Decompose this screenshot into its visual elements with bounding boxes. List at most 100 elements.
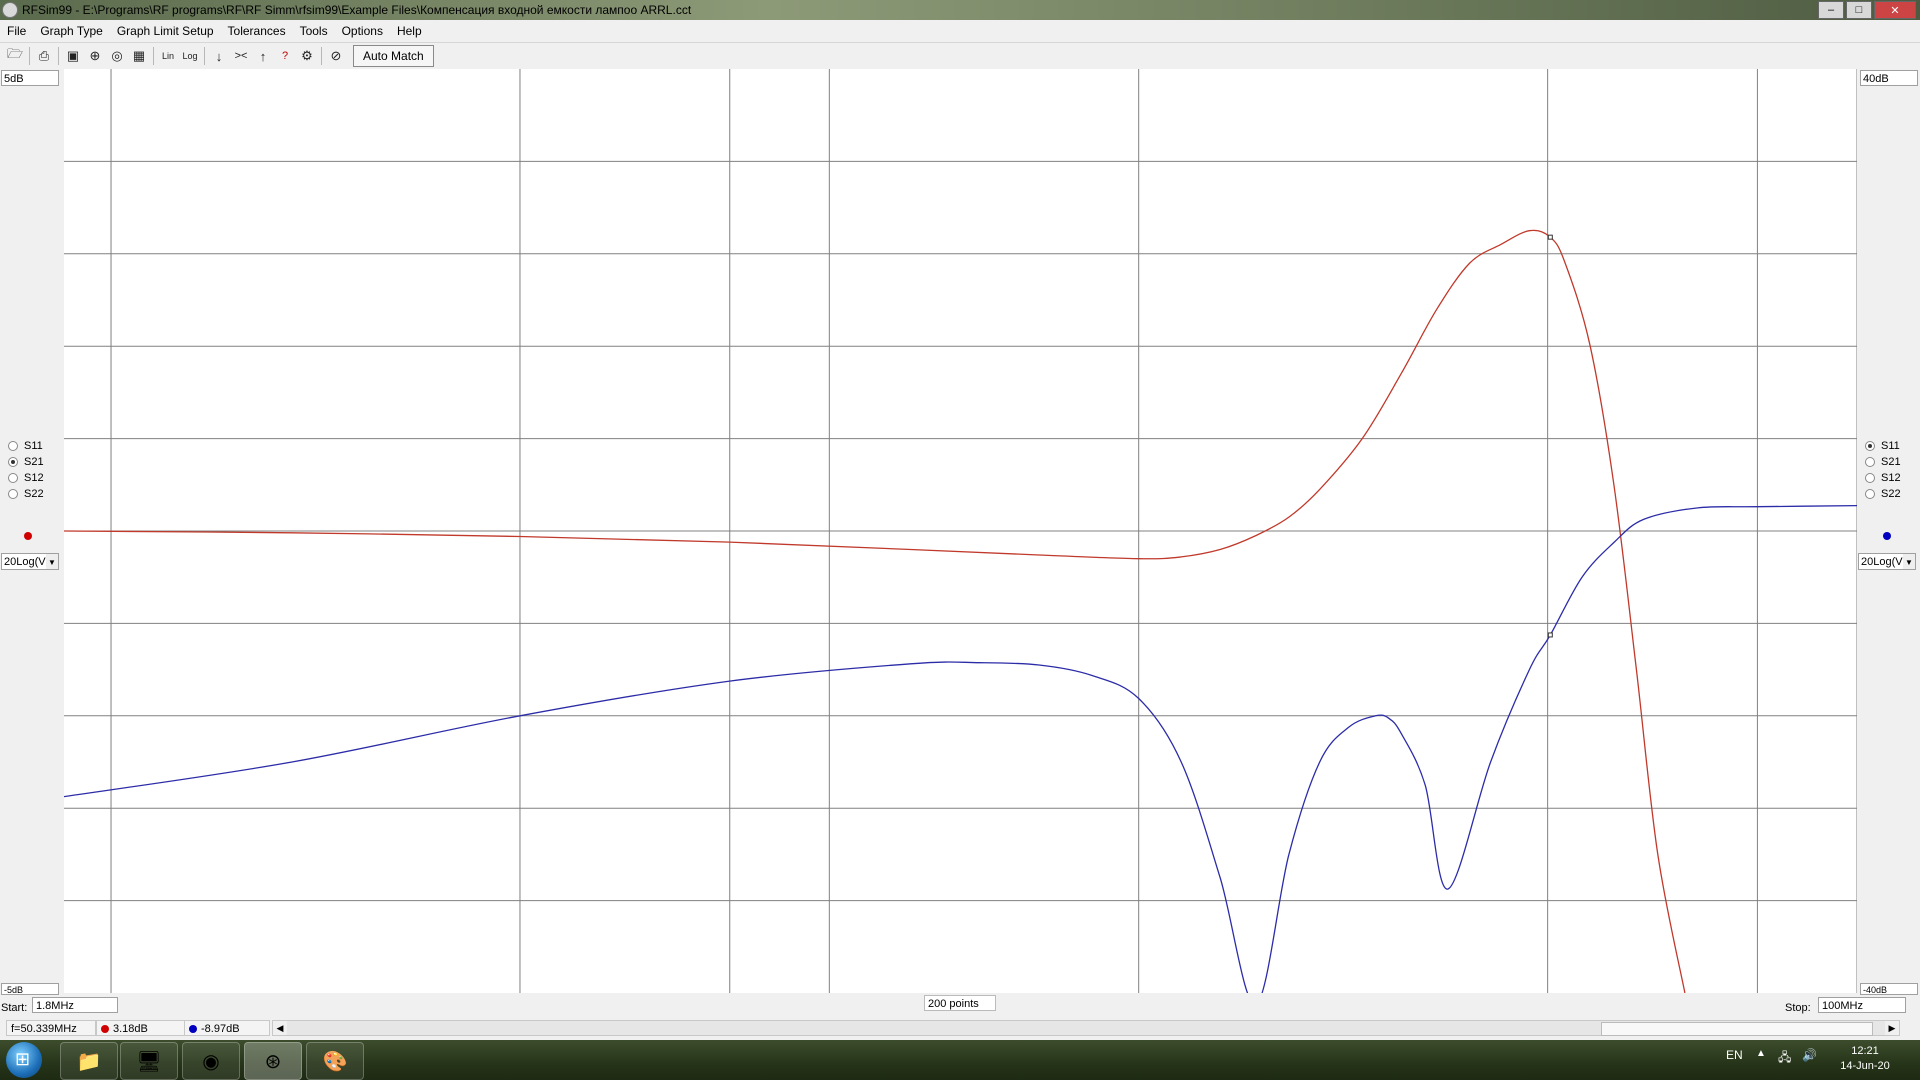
app-icon [2, 2, 18, 18]
cursor-marker-s21 [1547, 234, 1553, 240]
auto-match-button[interactable]: Auto Match [353, 45, 434, 67]
right-format-value: 20Log(V [1861, 556, 1903, 568]
radio-label: S21 [1881, 456, 1901, 468]
arrow-down-icon[interactable]: ↓ [208, 46, 230, 66]
radio-dot [8, 441, 18, 451]
paint-taskbar-icon[interactable]: 🎨 [306, 1042, 364, 1080]
blue-value-readout: -8.97dB [184, 1020, 270, 1036]
window-controls: ‒ □ ✕ [1818, 1, 1916, 19]
close-button[interactable]: ✕ [1874, 1, 1916, 19]
scroll-right-icon[interactable]: ▶ [1885, 1021, 1899, 1035]
toolbar: 🗁 ⎙ ▣ ⊕ ◎ ▦ Lin Log ↓ >< ↑ ? ⚙ ⊘ Auto Ma… [0, 43, 1920, 69]
right-radio-s22[interactable]: S22 [1865, 486, 1901, 502]
chrome-taskbar-icon[interactable]: ◉ [182, 1042, 240, 1080]
converge-icon[interactable]: >< [230, 46, 252, 66]
points-field[interactable]: 200 points [924, 995, 996, 1011]
radio-label: S11 [1881, 440, 1900, 452]
left-radio-s21[interactable]: S21 [8, 454, 44, 470]
right-radio-s21[interactable]: S21 [1865, 454, 1901, 470]
radio-dot [1865, 441, 1875, 451]
radio-label: S22 [24, 488, 44, 500]
right-format-dropdown[interactable]: 20Log(V ▼ [1858, 553, 1916, 570]
scroll-left-icon[interactable]: ◀ [273, 1021, 287, 1035]
radio-label: S12 [1881, 472, 1901, 484]
log-scale-icon[interactable]: Log [179, 46, 201, 66]
clock-time: 12:21 [1851, 1045, 1879, 1057]
arrow-up-icon[interactable]: ↑ [252, 46, 274, 66]
windows-logo-icon: ⊞ [15, 1049, 31, 1069]
start-button[interactable]: ⊞ [6, 1042, 42, 1078]
rfsim-taskbar-icon[interactable]: ⊛ [244, 1042, 302, 1080]
polar-icon[interactable]: ◎ [106, 46, 128, 66]
explorer-taskbar-icon[interactable]: 📁 [60, 1042, 118, 1080]
toolbar-separator [153, 47, 154, 65]
menu-tools[interactable]: Tools [293, 24, 335, 38]
radio-dot [8, 489, 18, 499]
red-dot-icon [101, 1025, 109, 1033]
blue-dot-icon [189, 1025, 197, 1033]
plot-area[interactable] [63, 69, 1858, 1006]
clock[interactable]: 12:21 14-Jun-20 [1825, 1044, 1905, 1074]
trace-s21 [63, 229, 1686, 994]
chevron-down-icon: ▼ [1903, 554, 1915, 569]
radio-label: S11 [24, 440, 43, 452]
radio-dot [1865, 473, 1875, 483]
stop-frequency-input[interactable]: 100MHz [1818, 997, 1906, 1013]
help-cursor-icon[interactable]: ? [274, 46, 296, 66]
scroll-thumb[interactable] [1601, 1022, 1873, 1036]
sweep-bar: Start: 1.8MHz 200 points Stop: 100MHz [0, 995, 1920, 1017]
radio-dot [8, 473, 18, 483]
clock-date: 14-Jun-20 [1840, 1060, 1890, 1072]
left-radio-s11[interactable]: S11 [8, 438, 44, 454]
settings-icon[interactable]: ⚙ [296, 46, 318, 66]
volume-icon[interactable]: 🔊 [1802, 1048, 1817, 1062]
radio-dot [1865, 489, 1875, 499]
left-format-value: 20Log(V [4, 556, 46, 568]
menu-file[interactable]: File [0, 24, 33, 38]
right-scale-top[interactable]: 40dB [1860, 70, 1918, 86]
menu-graph-type[interactable]: Graph Type [33, 24, 109, 38]
taskbar: ⊞ 📁 🖥 ◉ ⊛ 🎨 EN ▲ 🖧 🔊 12:21 14-Jun-20 [0, 1040, 1920, 1080]
right-scale-bottom[interactable]: -40dB [1860, 983, 1918, 995]
print-icon[interactable]: ⎙ [33, 46, 55, 66]
lin-scale-icon[interactable]: Lin [157, 46, 179, 66]
menu-tolerances[interactable]: Tolerances [221, 24, 293, 38]
blue-value: -8.97dB [201, 1023, 240, 1035]
menu-options[interactable]: Options [335, 24, 390, 38]
menu-graph-limit-setup[interactable]: Graph Limit Setup [110, 24, 221, 38]
app-taskbar-icon[interactable]: 🖥 [120, 1042, 178, 1080]
start-frequency-input[interactable]: 1.8MHz [32, 997, 118, 1013]
smith-chart-icon[interactable]: ⊕ [84, 46, 106, 66]
network-icon[interactable]: 🖧 [1778, 1048, 1791, 1069]
radio-label: S12 [24, 472, 44, 484]
left-scale-top[interactable]: 5dB [1, 70, 59, 86]
open-file-icon[interactable]: 🗁 [4, 46, 26, 66]
table-icon[interactable]: ▦ [128, 46, 150, 66]
graph-icon[interactable]: ▣ [62, 46, 84, 66]
menu-help[interactable]: Help [390, 24, 429, 38]
minimize-button[interactable]: ‒ [1818, 1, 1844, 19]
red-value-readout: 3.18dB [96, 1020, 186, 1036]
radio-label: S21 [24, 456, 44, 468]
right-trace-marker [1883, 532, 1891, 540]
left-format-dropdown[interactable]: 20Log(V ▼ [1, 553, 59, 570]
right-param-select: S11 S21 S12 S22 [1865, 438, 1901, 502]
right-axis-panel: 40dB S11 S21 S12 S22 20Log(V ▼ -40dB [1857, 69, 1920, 995]
title-bar: RFSim99 - E:\Programs\RF programs\RF\RF … [0, 0, 1920, 20]
cursor-marker-s11 [1547, 632, 1553, 638]
start-label: Start: [1, 1002, 28, 1014]
language-indicator[interactable]: EN [1726, 1048, 1743, 1062]
left-scale-bottom[interactable]: -5dB [1, 983, 59, 995]
left-radio-s22[interactable]: S22 [8, 486, 44, 502]
maximize-button[interactable]: □ [1846, 1, 1872, 19]
radio-dot [1865, 457, 1875, 467]
right-radio-s11[interactable]: S11 [1865, 438, 1901, 454]
chart-svg [63, 69, 1858, 1006]
right-radio-s12[interactable]: S12 [1865, 470, 1901, 486]
left-trace-marker [24, 532, 32, 540]
left-radio-s12[interactable]: S12 [8, 470, 44, 486]
tray-arrow-icon[interactable]: ▲ [1756, 1048, 1766, 1059]
frequency-scrollbar[interactable]: ◀ ▶ [272, 1020, 1900, 1036]
tune-icon[interactable]: ⊘ [325, 46, 347, 66]
menu-bar: File Graph Type Graph Limit Setup Tolera… [0, 20, 1920, 43]
